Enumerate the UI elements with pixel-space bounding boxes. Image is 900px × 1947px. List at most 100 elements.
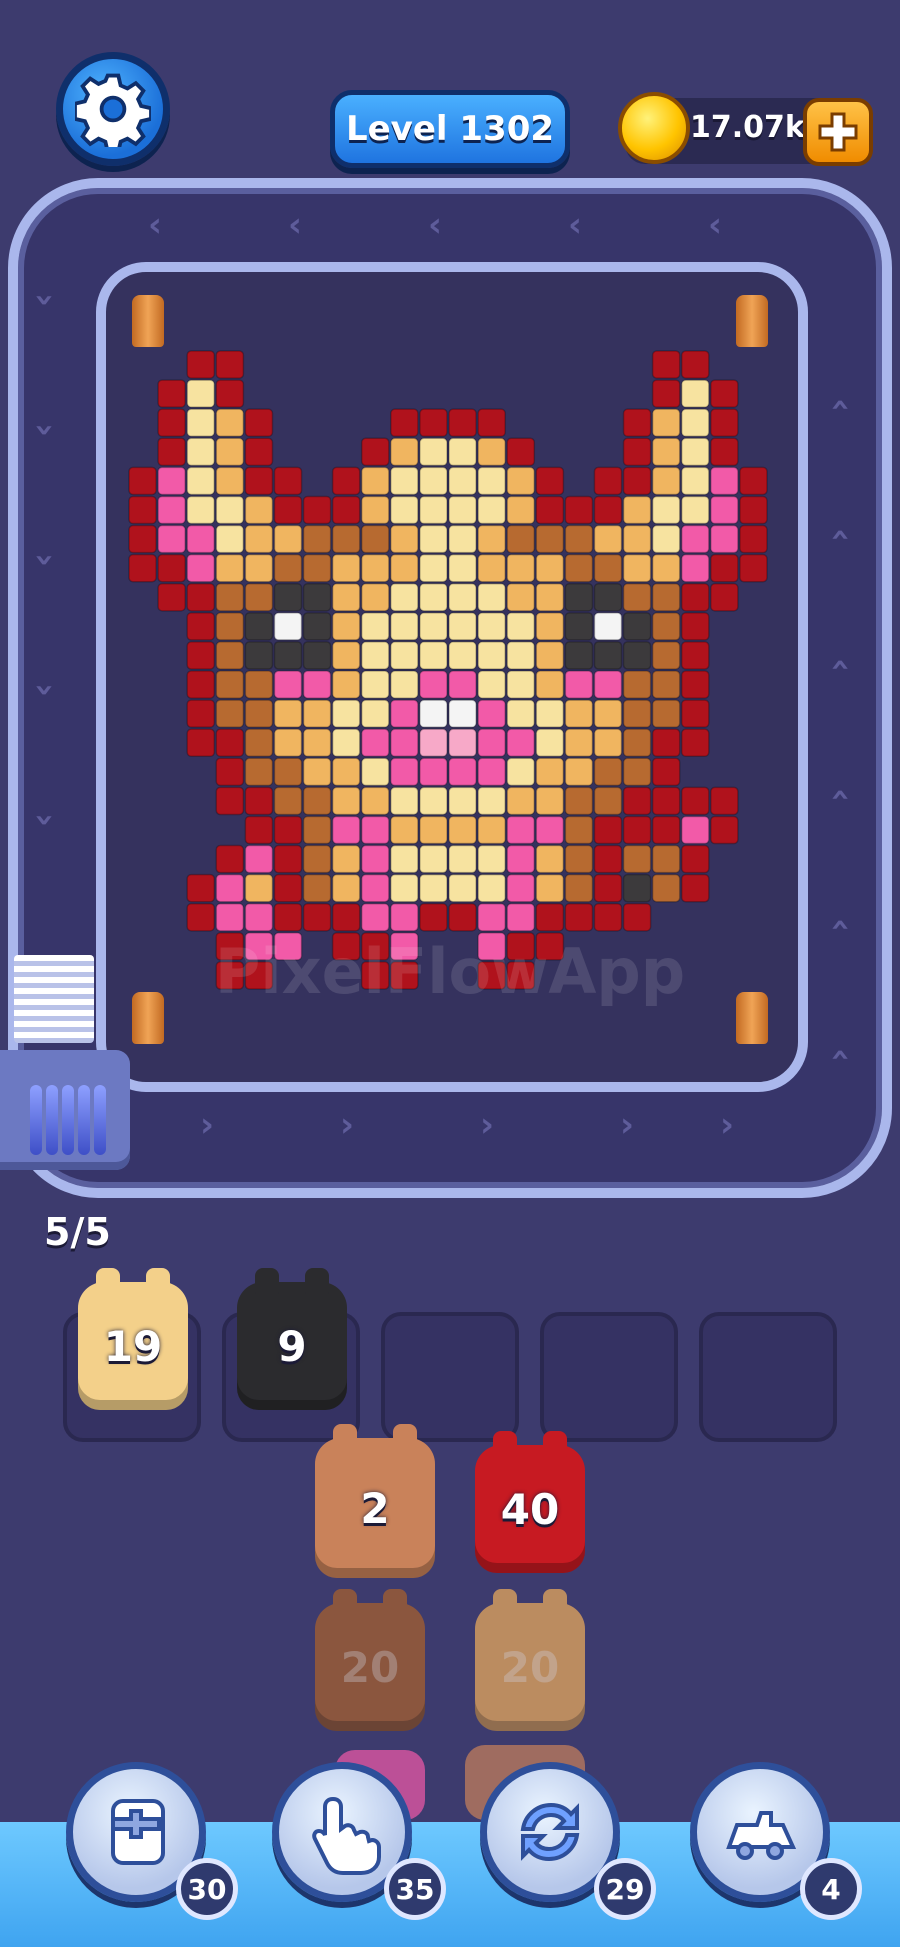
- pixel-block: [448, 437, 477, 467]
- pixel-block: [651, 873, 681, 903]
- pixel-block: [128, 466, 157, 496]
- chevron-down-icon: ›: [25, 422, 66, 438]
- pixel-block: [651, 495, 681, 525]
- pixel-block: [506, 902, 536, 932]
- holding-slot[interactable]: [381, 1312, 519, 1442]
- pixel-block: [622, 786, 652, 816]
- settings-button[interactable]: [56, 52, 170, 166]
- pixel-block: [622, 466, 652, 496]
- pixel-block: [680, 408, 710, 438]
- pixel-block: [680, 379, 710, 408]
- pixel-block: [273, 815, 303, 845]
- pixel-block: [419, 524, 448, 554]
- pixel-block: [506, 553, 536, 583]
- chevron-down-icon: ›: [25, 682, 66, 698]
- shuffle-icon: [520, 1802, 580, 1862]
- pixel-block: [680, 495, 710, 525]
- pixel-block: [710, 582, 739, 612]
- pixel-block: [186, 466, 216, 496]
- queue-piece-bull[interactable]: 2: [315, 1424, 435, 1578]
- spool-ring: [46, 1085, 58, 1155]
- pixel-block: [535, 466, 565, 496]
- pixel-block: [506, 437, 536, 467]
- pixel-block: [710, 815, 739, 845]
- pixel-block: [157, 582, 186, 612]
- pixel-block: [244, 670, 274, 699]
- pixel-block: [186, 670, 216, 699]
- pixel-block: [215, 699, 245, 728]
- pixel-block: [506, 815, 536, 845]
- pixel-block: [244, 408, 274, 438]
- pixel-block: [419, 408, 448, 438]
- pixel-block: [680, 582, 710, 612]
- pixel-block: [593, 495, 623, 525]
- pixel-block: [739, 495, 768, 525]
- pixel-block: [506, 786, 536, 816]
- pixel-block: [215, 844, 245, 874]
- holding-slot[interactable]: [540, 1312, 678, 1442]
- queue-piece-brown: 20: [315, 1589, 425, 1731]
- pixel-block: [651, 350, 681, 379]
- pixel-block: [535, 524, 565, 554]
- pixel-block: [535, 815, 565, 845]
- pixel-block: [331, 873, 361, 903]
- pixel-block: [331, 786, 361, 816]
- pixel-block: [477, 728, 506, 758]
- pixel-block: [157, 495, 186, 525]
- pixel-block: [331, 699, 361, 728]
- pixel-block: [331, 524, 361, 554]
- pixel-block: [157, 524, 186, 554]
- pixel-block: [273, 582, 303, 612]
- pixel-block: [331, 728, 361, 758]
- pixel-block: [331, 815, 361, 845]
- pixel-block: [622, 670, 652, 699]
- pixel-block: [215, 524, 245, 554]
- pixel-block: [419, 844, 448, 874]
- holding-slot[interactable]: [699, 1312, 837, 1442]
- pixel-block: [477, 466, 506, 496]
- chevron-right-icon: ›: [720, 1105, 735, 1145]
- pixel-block: [419, 466, 448, 496]
- pixel-block: [302, 582, 332, 612]
- pixel-block: [390, 699, 419, 728]
- spool-ring: [30, 1085, 42, 1155]
- pixel-block: [302, 553, 332, 583]
- add-coins-button[interactable]: [803, 98, 873, 166]
- pixel-block: [448, 873, 477, 903]
- pixel-block: [535, 728, 565, 758]
- pixel-block: [331, 670, 361, 699]
- pixel-block: [710, 408, 739, 438]
- pixel-block: [186, 553, 216, 583]
- pixel-block: [477, 582, 506, 612]
- pixel-block: [535, 786, 565, 816]
- pixel-block: [302, 728, 332, 758]
- pixel-block: [390, 553, 419, 583]
- pixel-block: [680, 815, 710, 845]
- chevron-left-icon: ‹: [288, 205, 303, 245]
- slot-piece-black[interactable]: 9: [237, 1268, 347, 1410]
- slot-piece-cream[interactable]: 19: [78, 1268, 188, 1410]
- piece-count: 40: [500, 1484, 560, 1534]
- pixel-block: [622, 612, 652, 641]
- pixel-block: [360, 844, 390, 874]
- pixel-block: [244, 699, 274, 728]
- pixel-block: [186, 641, 216, 670]
- pixel-block: [360, 728, 390, 758]
- pixel-block: [360, 437, 390, 467]
- pixel-block: [390, 670, 419, 699]
- pixel-block: [593, 844, 623, 874]
- pixel-block: [710, 379, 739, 408]
- pixel-block: [651, 437, 681, 467]
- pixel-block: [419, 815, 448, 845]
- pixel-block: [186, 582, 216, 612]
- pixel-block: [564, 553, 594, 583]
- pixel-block: [244, 437, 274, 467]
- queue-piece-red[interactable]: 40: [475, 1431, 585, 1573]
- coin-amount: 17.07k: [690, 110, 805, 145]
- pixel-block: [186, 524, 216, 554]
- pixel-block: [564, 495, 594, 525]
- pixel-block: [506, 757, 536, 787]
- pixel-block: [651, 728, 681, 758]
- pixel-block: [564, 728, 594, 758]
- chevron-left-icon: ‹: [428, 205, 443, 245]
